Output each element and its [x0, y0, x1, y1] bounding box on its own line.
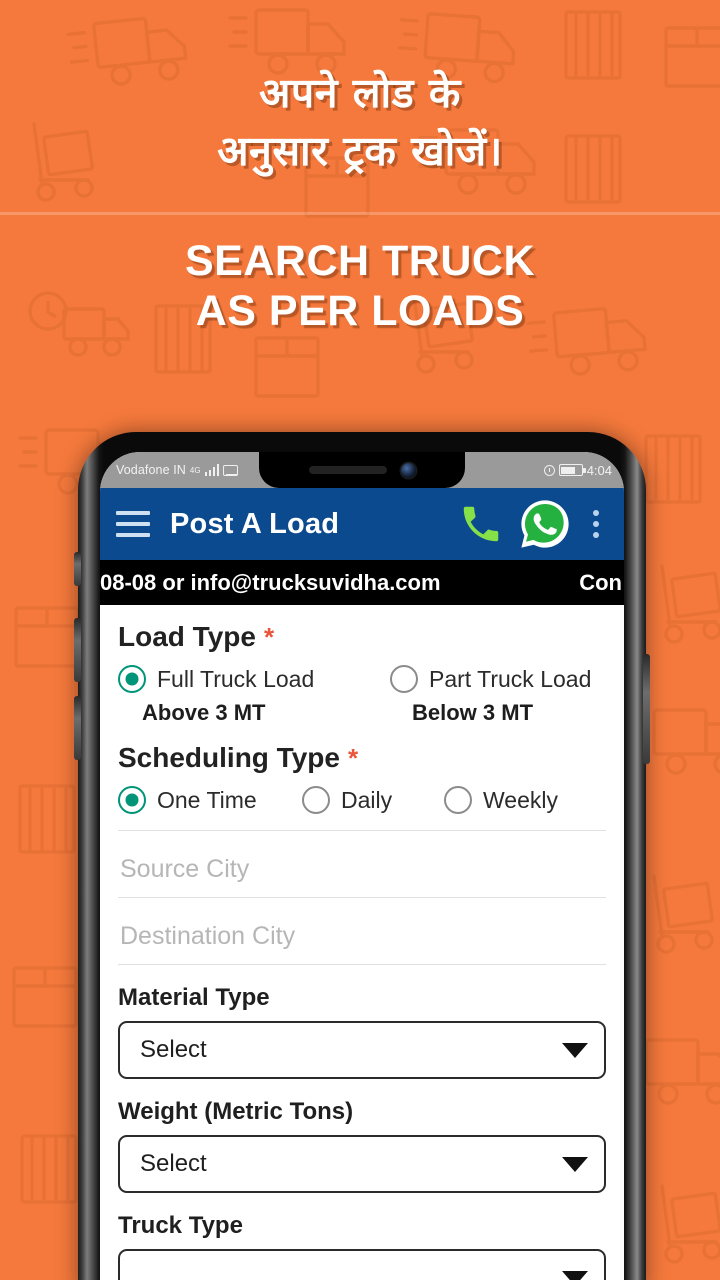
load-type-radio-group: Full Truck Load Part Truck Load [118, 665, 606, 693]
radio-daily-indicator [302, 786, 330, 814]
chevron-down-icon [562, 1156, 588, 1172]
radio-weekly[interactable]: Weekly [444, 786, 558, 814]
scheduling-type-radio-group: One Time Daily Weekly [118, 786, 606, 831]
scheduling-type-label: Scheduling Type [118, 742, 340, 773]
hero-headline-hindi: अपने लोड के अनुसार ट्रक खोजें। [0, 64, 720, 180]
radio-daily-label: Daily [341, 786, 393, 813]
hero-divider [0, 212, 720, 215]
full-truck-load-weight-note: Above 3 MT [142, 700, 266, 725]
load-type-section-label: Load Type * [118, 621, 606, 653]
hero-hindi-line-1: अपने लोड के [259, 69, 461, 117]
radio-daily[interactable]: Daily [302, 786, 444, 814]
ticker-text: 08-08 or info@trucksuvidha.com [100, 569, 441, 595]
signal-bars-icon [204, 464, 220, 476]
device-volume-down-button[interactable] [74, 696, 81, 760]
phone-bezel: Vodafone IN 4G 4:04 Post A Load 08-08 or… [100, 452, 624, 1280]
material-type-dropdown[interactable]: Select [118, 1021, 606, 1079]
radio-full-truck-load[interactable]: Full Truck Load [118, 665, 390, 693]
material-type-value: Select [140, 1036, 207, 1063]
carrier-label: Vodafone IN [116, 463, 186, 477]
destination-city-input[interactable]: Destination City [118, 902, 606, 965]
network-type-label: 4G [189, 465, 201, 475]
weight-dropdown[interactable]: Select [118, 1135, 606, 1193]
radio-weekly-indicator [444, 786, 472, 814]
post-a-load-form: Load Type * Full Truck Load Part Truck L… [100, 605, 624, 1280]
scheduling-type-required-mark: * [347, 743, 359, 773]
earpiece-speaker-icon [308, 466, 387, 474]
device-power-button[interactable] [643, 654, 650, 764]
three-dot-overflow-icon[interactable] [584, 507, 608, 541]
radio-weekly-label: Weekly [483, 786, 558, 813]
device-mute-button[interactable] [74, 552, 81, 586]
radio-one-time[interactable]: One Time [118, 786, 302, 814]
device-volume-up-button[interactable] [74, 618, 81, 682]
chevron-down-icon [562, 1042, 588, 1058]
app-toolbar: Post A Load [100, 488, 624, 560]
battery-icon [558, 464, 586, 476]
weight-value: Select [140, 1150, 207, 1177]
status-bar-clock: 4:04 [586, 462, 612, 478]
ticker-text-tail: Con [579, 569, 622, 595]
radio-part-truck-load-label: Part Truck Load [429, 665, 592, 692]
load-type-sublabels: Above 3 MT Below 3 MT [118, 700, 606, 726]
sim-card-icon [223, 464, 239, 476]
hero-english-line-1: SEARCH TRUCK [185, 237, 535, 285]
scrolling-contact-ticker: 08-08 or info@trucksuvidha.com Con [100, 560, 624, 605]
phone-screen: Vodafone IN 4G 4:04 Post A Load 08-08 or… [100, 452, 624, 1280]
page-title: Post A Load [170, 507, 340, 540]
radio-part-truck-load-indicator [390, 665, 418, 693]
radio-full-truck-load-label: Full Truck Load [157, 665, 315, 692]
phone-device-mockup: Vodafone IN 4G 4:04 Post A Load 08-08 or… [74, 432, 650, 1280]
scheduling-type-section-label: Scheduling Type * [118, 742, 606, 774]
hero-headline-english: SEARCH TRUCK AS PER LOADS [0, 236, 720, 337]
load-type-label: Load Type [118, 621, 256, 652]
chevron-down-icon [562, 1270, 588, 1280]
whatsapp-icon[interactable] [518, 497, 572, 551]
radio-one-time-label: One Time [157, 786, 257, 813]
device-notch [259, 452, 465, 488]
radio-full-truck-load-indicator [118, 665, 146, 693]
truck-type-label: Truck Type [118, 1212, 243, 1239]
hero-hindi-line-2: अनुसार ट्रक खोजें। [217, 127, 503, 176]
part-truck-load-weight-note: Below 3 MT [412, 700, 534, 725]
phone-call-icon[interactable] [458, 501, 504, 547]
hero-english-line-2: AS PER LOADS [195, 287, 525, 336]
promo-screenshot: अपने लोड के अनुसार ट्रक खोजें। SEARCH TR… [0, 0, 720, 1280]
front-camera-icon [400, 462, 416, 478]
radio-part-truck-load[interactable]: Part Truck Load [390, 665, 591, 693]
alarm-clock-icon [543, 464, 555, 476]
hamburger-menu-icon[interactable] [116, 511, 150, 537]
load-type-required-mark: * [263, 622, 275, 652]
radio-one-time-indicator [118, 786, 146, 814]
material-type-label: Material Type [118, 984, 270, 1011]
source-city-input[interactable]: Source City [118, 835, 606, 898]
truck-type-dropdown[interactable] [118, 1249, 606, 1280]
weight-label: Weight (Metric Tons) [118, 1098, 354, 1125]
